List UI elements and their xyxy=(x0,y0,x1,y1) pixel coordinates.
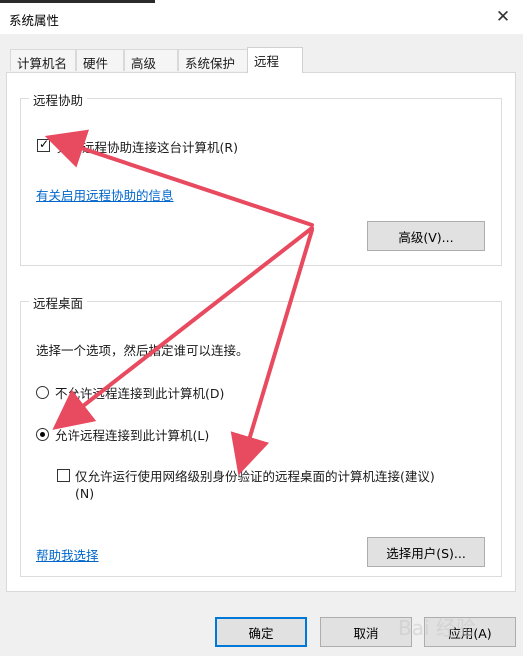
close-icon[interactable]: ✕ xyxy=(483,0,523,34)
nla-checkbox-label-line2[interactable]: (N) xyxy=(75,486,94,501)
deny-remote-label[interactable]: 不允许远程连接到此计算机(D) xyxy=(55,383,224,402)
remote-desktop-instruction: 选择一个选项，然后指定谁可以连接。 xyxy=(36,343,249,358)
allow-remote-label[interactable]: 允许远程连接到此计算机(L) xyxy=(55,425,209,444)
remote-assistance-info-link[interactable]: 有关启用远程协助的信息 xyxy=(36,185,174,204)
tab-hardware[interactable]: 硬件 xyxy=(76,49,124,71)
tab-remote[interactable]: 远程 xyxy=(247,47,303,73)
window-title: 系统属性 xyxy=(9,13,60,28)
advanced-button[interactable]: 高级(V)... xyxy=(367,221,485,251)
remote-assistance-title: 远程协助 xyxy=(29,90,88,109)
nla-checkbox[interactable] xyxy=(57,469,70,482)
remote-assistance-group: 远程协助 ✓ 允许远程协助连接这台计算机(R) 有关启用远程协助的信息 高级(V… xyxy=(20,90,502,266)
tab-strip: 计算机名 硬件 高级 系统保护 远程 xyxy=(0,47,523,73)
remote-desktop-title: 远程桌面 xyxy=(29,293,88,312)
allow-remote-radio[interactable] xyxy=(36,428,49,441)
checkmark-icon: ✓ xyxy=(39,137,50,151)
allow-remote-assistance-checkbox[interactable]: ✓ xyxy=(37,137,50,152)
remote-tab-panel: 远程协助 ✓ 允许远程协助连接这台计算机(R) 有关启用远程协助的信息 高级(V… xyxy=(6,72,516,592)
radio-selected-dot xyxy=(40,432,45,437)
title-bar: 系统属性 ✕ xyxy=(0,0,523,34)
watermark: Bai 经验 xyxy=(398,616,476,640)
ok-button[interactable]: 确定 xyxy=(215,617,307,647)
system-properties-window: 系统属性 ✕ 计算机名 硬件 高级 系统保护 远程 远程协助 ✓ 允许远程协助连… xyxy=(0,0,523,656)
title-accent xyxy=(0,0,155,3)
deny-remote-radio[interactable] xyxy=(36,386,49,399)
select-users-button[interactable]: 选择用户(S)... xyxy=(367,537,485,567)
allow-remote-assistance-label[interactable]: 允许远程协助连接这台计算机(R) xyxy=(57,137,238,156)
tab-advanced[interactable]: 高级 xyxy=(124,49,178,71)
nla-checkbox-label-line1[interactable]: 仅允许运行使用网络级别身份验证的远程桌面的计算机连接(建议) xyxy=(75,466,435,485)
remote-desktop-group: 远程桌面 选择一个选项，然后指定谁可以连接。 不允许远程连接到此计算机(D) 允… xyxy=(20,293,502,577)
tab-computer-name[interactable]: 计算机名 xyxy=(10,49,76,71)
tab-system-protection[interactable]: 系统保护 xyxy=(178,49,248,71)
help-me-choose-link[interactable]: 帮助我选择 xyxy=(36,545,99,564)
